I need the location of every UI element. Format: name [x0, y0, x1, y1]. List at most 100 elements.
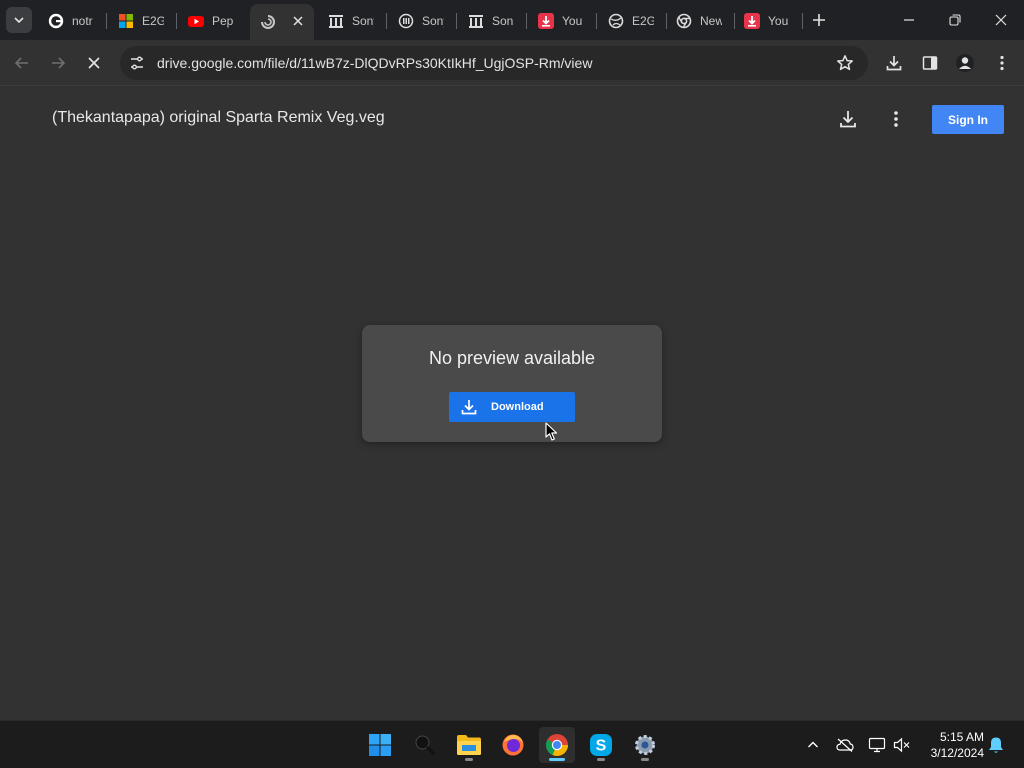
- notifications-button[interactable]: [986, 735, 1006, 755]
- tab-title: Pep: [212, 14, 234, 28]
- file-title: (Thekantapapa) original Sparta Remix Veg…: [52, 109, 385, 126]
- show-hidden-icons-button[interactable]: [803, 735, 823, 755]
- tab-2[interactable]: E2G: [108, 6, 176, 36]
- sign-in-button[interactable]: Sign In: [932, 105, 1004, 134]
- running-indicator: [641, 758, 649, 761]
- settings-icon: [635, 735, 655, 755]
- file-explorer-icon: [457, 735, 481, 755]
- chevron-up-icon: [808, 741, 818, 748]
- windows-start-icon: [369, 734, 391, 756]
- tab-search-button[interactable]: [6, 7, 32, 33]
- volume-muted-icon: [893, 737, 910, 753]
- viewer-download-button[interactable]: [836, 107, 860, 131]
- tab-divider: [802, 13, 803, 29]
- taskbar-firefox[interactable]: [495, 727, 531, 763]
- url-text[interactable]: drive.google.com/file/d/11wB7z-DlQDvRPs3…: [157, 55, 592, 71]
- volume-tray-button[interactable]: [892, 735, 912, 755]
- system-clock[interactable]: 5:15 AM 3/12/2024: [922, 729, 984, 761]
- minimize-icon: [904, 19, 914, 21]
- arrow-right-icon: [52, 57, 66, 69]
- museum-icon: [328, 13, 344, 29]
- tab-7[interactable]: Son: [458, 6, 526, 36]
- tab-active[interactable]: [250, 4, 314, 40]
- tab-title: Sony: [352, 14, 374, 28]
- search-icon: [415, 735, 436, 756]
- cloud-offline-icon: [836, 738, 854, 752]
- stop-loading-button[interactable]: [80, 49, 108, 77]
- active-indicator: [549, 758, 565, 761]
- close-window-button[interactable]: [978, 0, 1024, 40]
- taskbar-skype[interactable]: S: [583, 727, 619, 763]
- side-panel-button[interactable]: [916, 49, 944, 77]
- download-button[interactable]: Download: [449, 392, 575, 422]
- tab-title: You: [768, 14, 789, 28]
- tab-title: New: [700, 14, 722, 28]
- tab-title: E2G: [632, 14, 654, 28]
- tab-title: Sony: [422, 14, 444, 28]
- person-icon: [956, 54, 974, 72]
- mouse-cursor-icon: [545, 422, 558, 441]
- windows-icon: [118, 13, 134, 29]
- browser-toolbar: drive.google.com/file/d/11wB7z-DlQDvRPs3…: [0, 40, 1024, 86]
- menu-button[interactable]: [988, 49, 1016, 77]
- tab-divider: [176, 13, 177, 29]
- more-vertical-icon: [1000, 55, 1004, 71]
- close-icon: [88, 57, 100, 69]
- google-icon: [48, 13, 64, 29]
- taskbar-chrome[interactable]: [539, 727, 575, 763]
- download-button-label: Download: [491, 401, 544, 413]
- restore-button[interactable]: [932, 0, 978, 40]
- taskbar-file-explorer[interactable]: [451, 727, 487, 763]
- download-icon: [840, 111, 856, 128]
- download-app-icon: [538, 13, 554, 29]
- tab-3[interactable]: Pep: [178, 6, 246, 36]
- taskbar-settings[interactable]: [627, 727, 663, 763]
- clock-date: 3/12/2024: [930, 746, 984, 760]
- download-app-icon: [744, 13, 760, 29]
- restore-icon: [949, 14, 961, 26]
- loading-icon: [260, 14, 276, 30]
- download-icon: [886, 56, 902, 71]
- no-preview-message: No preview available: [428, 348, 596, 368]
- tab-8[interactable]: You: [528, 6, 596, 36]
- clock-time: 5:15 AM: [939, 730, 984, 744]
- plus-icon: [813, 14, 825, 26]
- download-icon: [461, 400, 477, 415]
- profile-button[interactable]: [951, 49, 979, 77]
- close-icon: [995, 14, 1007, 26]
- tab-divider: [456, 13, 457, 29]
- forward-button[interactable]: [44, 49, 72, 77]
- tab-6[interactable]: Sony: [388, 6, 456, 36]
- tab-title: Son: [492, 14, 514, 28]
- network-tray-button[interactable]: [867, 735, 887, 755]
- skype-icon: S: [590, 734, 612, 756]
- youtube-icon: [188, 13, 204, 29]
- chrome-icon: [676, 13, 692, 29]
- tab-title: notr: [72, 14, 93, 28]
- tab-divider: [386, 13, 387, 29]
- star-icon[interactable]: [836, 54, 854, 72]
- downloads-button[interactable]: [880, 49, 908, 77]
- tab-9[interactable]: E2G: [598, 6, 666, 36]
- tab-1[interactable]: notr: [38, 6, 106, 36]
- tab-11[interactable]: You: [734, 6, 802, 36]
- start-button[interactable]: [362, 727, 398, 763]
- tab-title: You: [562, 14, 583, 28]
- chrome-icon: [546, 734, 568, 756]
- close-tab-icon[interactable]: [290, 13, 306, 29]
- arrow-left-icon: [14, 57, 28, 69]
- minimize-button[interactable]: [886, 0, 932, 40]
- tab-divider: [106, 13, 107, 29]
- back-button[interactable]: [8, 49, 36, 77]
- onedrive-tray-button[interactable]: [835, 735, 855, 755]
- tab-divider: [526, 13, 527, 29]
- tab-10[interactable]: New: [666, 6, 734, 36]
- site-settings-icon[interactable]: [129, 55, 145, 71]
- tab-5[interactable]: Sony: [318, 6, 386, 36]
- new-tab-button[interactable]: [809, 10, 829, 30]
- internet-archive-icon: [398, 13, 414, 29]
- address-bar[interactable]: drive.google.com/file/d/11wB7z-DlQDvRPs3…: [120, 46, 868, 80]
- taskbar-search-button[interactable]: [407, 727, 443, 763]
- tab-title: E2G: [142, 14, 164, 28]
- viewer-more-button[interactable]: [884, 107, 908, 131]
